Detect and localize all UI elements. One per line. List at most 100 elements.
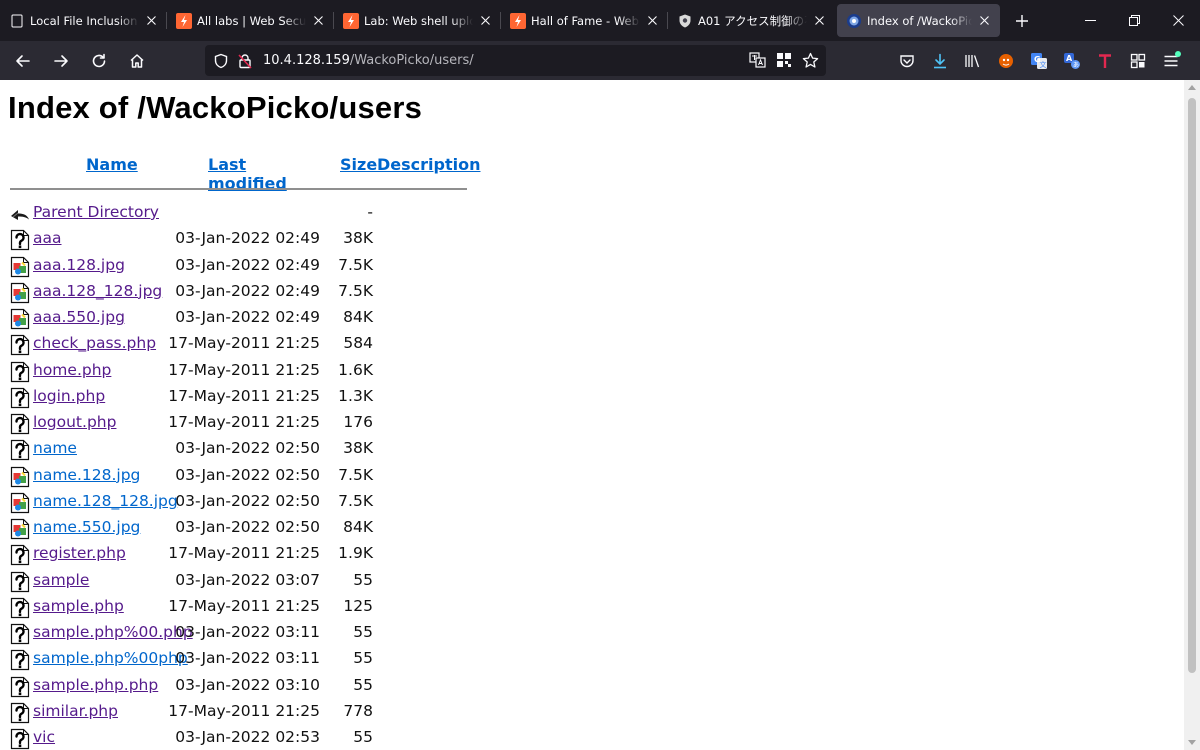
file-last-modified: 03-Jan-2022 03:11 (175, 623, 320, 641)
file-row: aaa.550.jpg 03-Jan-2022 02:49 84K (8, 304, 478, 330)
file-last-modified: 17-May-2011 21:25 (168, 360, 320, 379)
file-row: aaa 03-Jan-2022 02:49 38K (8, 225, 478, 251)
file-last-modified: 03-Jan-2022 02:50 (175, 465, 320, 484)
tab-title: A01 アクセス制御の不備 (698, 13, 807, 28)
red-t-icon (1098, 53, 1111, 68)
tab-close-button[interactable] (811, 13, 827, 29)
download-icon (933, 53, 946, 68)
close-icon (1172, 15, 1184, 26)
extensions-button[interactable] (1121, 45, 1154, 76)
tab-close-button[interactable] (477, 13, 493, 29)
url-text[interactable]: 10.4.128.159/WackoPicko/users/ (263, 53, 474, 68)
scroll-down-icon[interactable] (1188, 740, 1196, 745)
file-last-modified: 17-May-2011 21:25 (168, 596, 320, 615)
close-icon (647, 16, 657, 25)
tab-strip: Local File Inclusion (LFI) — W All labs |… (0, 0, 1200, 41)
page-favicon-icon (11, 14, 23, 27)
tab-close-button[interactable] (976, 13, 992, 29)
file-row: name.128_128.jpg 03-Jan-2022 02:50 7.5K (8, 488, 478, 514)
file-last-modified: 03-Jan-2022 02:49 (175, 255, 320, 274)
extension-translate-button[interactable]: G文 (1022, 45, 1055, 76)
file-last-modified: 03-Jan-2022 03:07 (175, 570, 320, 589)
browser-tab[interactable]: Local File Inclusion (LFI) — W (0, 0, 167, 41)
sort-by-description-link[interactable]: Description (377, 155, 480, 174)
browser-tab[interactable]: A01 アクセス制御の不備 (668, 0, 835, 41)
forward-button[interactable] (44, 45, 78, 77)
browser-tab[interactable]: Hall of Fame - Web Security (501, 0, 668, 41)
close-window-button[interactable] (1156, 0, 1200, 41)
browser-tab[interactable]: Lab: Web shell upload via (334, 0, 501, 41)
library-button[interactable] (956, 45, 989, 76)
fox-extension-icon (998, 53, 1013, 68)
file-size: 584 (343, 334, 373, 353)
file-row: vic 03-Jan-2022 02:53 55 (8, 724, 478, 750)
file-size: 7.5K (338, 491, 373, 510)
tab-close-button[interactable] (644, 13, 660, 29)
file-last-modified: 03-Jan-2022 03:10 (175, 675, 320, 694)
file-size: 125 (343, 596, 373, 615)
svg-text:あ: あ (1073, 62, 1079, 69)
translate-page-button[interactable] (746, 48, 770, 72)
svg-text:文: 文 (1039, 60, 1046, 69)
file-last-modified: 03-Jan-2022 02:50 (175, 518, 320, 536)
portswigger-icon (510, 12, 526, 29)
portswigger-icon (176, 12, 192, 29)
translate-icon (749, 52, 766, 68)
restore-button[interactable] (1112, 0, 1156, 41)
app-menu-button[interactable] (1154, 45, 1187, 76)
tab-title: Index of /WackoPicko/u (867, 13, 972, 28)
file-last-modified: 17-May-2011 21:25 (168, 413, 320, 431)
site-security-button[interactable] (233, 49, 257, 73)
file-size: 38K (343, 229, 373, 248)
shield-icon (214, 53, 228, 68)
pocket-button[interactable] (890, 45, 923, 76)
file-row: name 03-Jan-2022 02:50 38K (8, 435, 478, 461)
tab-list: Local File Inclusion (LFI) — W All labs |… (0, 0, 1002, 41)
file-row: name.550.jpg 03-Jan-2022 02:50 84K (8, 514, 478, 540)
plus-icon (1016, 14, 1028, 27)
arrow-left-icon (16, 54, 30, 67)
browser-tab[interactable]: All labs | Web Security Acad (167, 0, 334, 41)
reload-button[interactable] (82, 45, 116, 77)
file-list: Parent Directory - aaa 03-Jan-2022 02:49 3… (8, 199, 478, 750)
file-row: login.php 17-May-2011 21:25 1.3K (8, 383, 478, 409)
tracking-protection-button[interactable] (209, 49, 233, 73)
scrollbar-thumb[interactable] (1188, 98, 1196, 673)
url-bar[interactable]: 10.4.128.159/WackoPicko/users/ (205, 45, 826, 76)
new-tab-button[interactable] (1002, 0, 1042, 41)
scroll-up-icon[interactable] (1188, 85, 1196, 90)
vertical-scrollbar[interactable] (1184, 80, 1200, 750)
downloads-button[interactable] (923, 45, 956, 76)
sort-by-size-link[interactable]: Size (340, 155, 377, 174)
file-size: 1.9K (338, 544, 373, 563)
file-size: 84K (343, 518, 373, 536)
extension-dictionary-button[interactable]: Aあ (1055, 45, 1088, 76)
tab-title: All labs | Web Security Acad (197, 13, 306, 28)
browser-tab[interactable]: Index of /WackoPicko/u (837, 4, 1000, 37)
file-last-modified: 17-May-2011 21:25 (168, 701, 320, 720)
extension-t-button[interactable] (1088, 45, 1121, 76)
extension-fox-button[interactable] (989, 45, 1022, 76)
library-icon (964, 54, 979, 67)
tab-close-button[interactable] (310, 13, 326, 29)
file-size: 55 (353, 570, 373, 589)
file-size: 55 (353, 675, 373, 694)
parent-directory-link[interactable]: Parent Directory (33, 203, 159, 221)
tab-close-button[interactable] (143, 13, 159, 29)
minimize-button[interactable] (1068, 0, 1112, 41)
file-size: 1.3K (338, 386, 373, 405)
file-row: aaa.128.jpg 03-Jan-2022 02:49 7.5K (8, 252, 478, 278)
minimize-icon (1084, 20, 1096, 21)
parent-directory-size: - (367, 203, 373, 221)
file-last-modified: 03-Jan-2022 02:49 (175, 229, 320, 248)
home-button[interactable] (120, 45, 154, 77)
file-size: 38K (343, 439, 373, 458)
close-icon (979, 16, 989, 25)
qr-code-button[interactable] (772, 48, 796, 72)
navigation-toolbar: 10.4.128.159/WackoPicko/users/ G文 A あ (0, 41, 1200, 80)
file-size: 55 (353, 728, 373, 746)
file-row: sample.php 17-May-2011 21:25 125 (8, 593, 478, 619)
back-button[interactable] (6, 45, 40, 77)
bookmark-star-button[interactable] (798, 48, 822, 72)
sort-by-name-link[interactable]: Name (86, 155, 138, 174)
